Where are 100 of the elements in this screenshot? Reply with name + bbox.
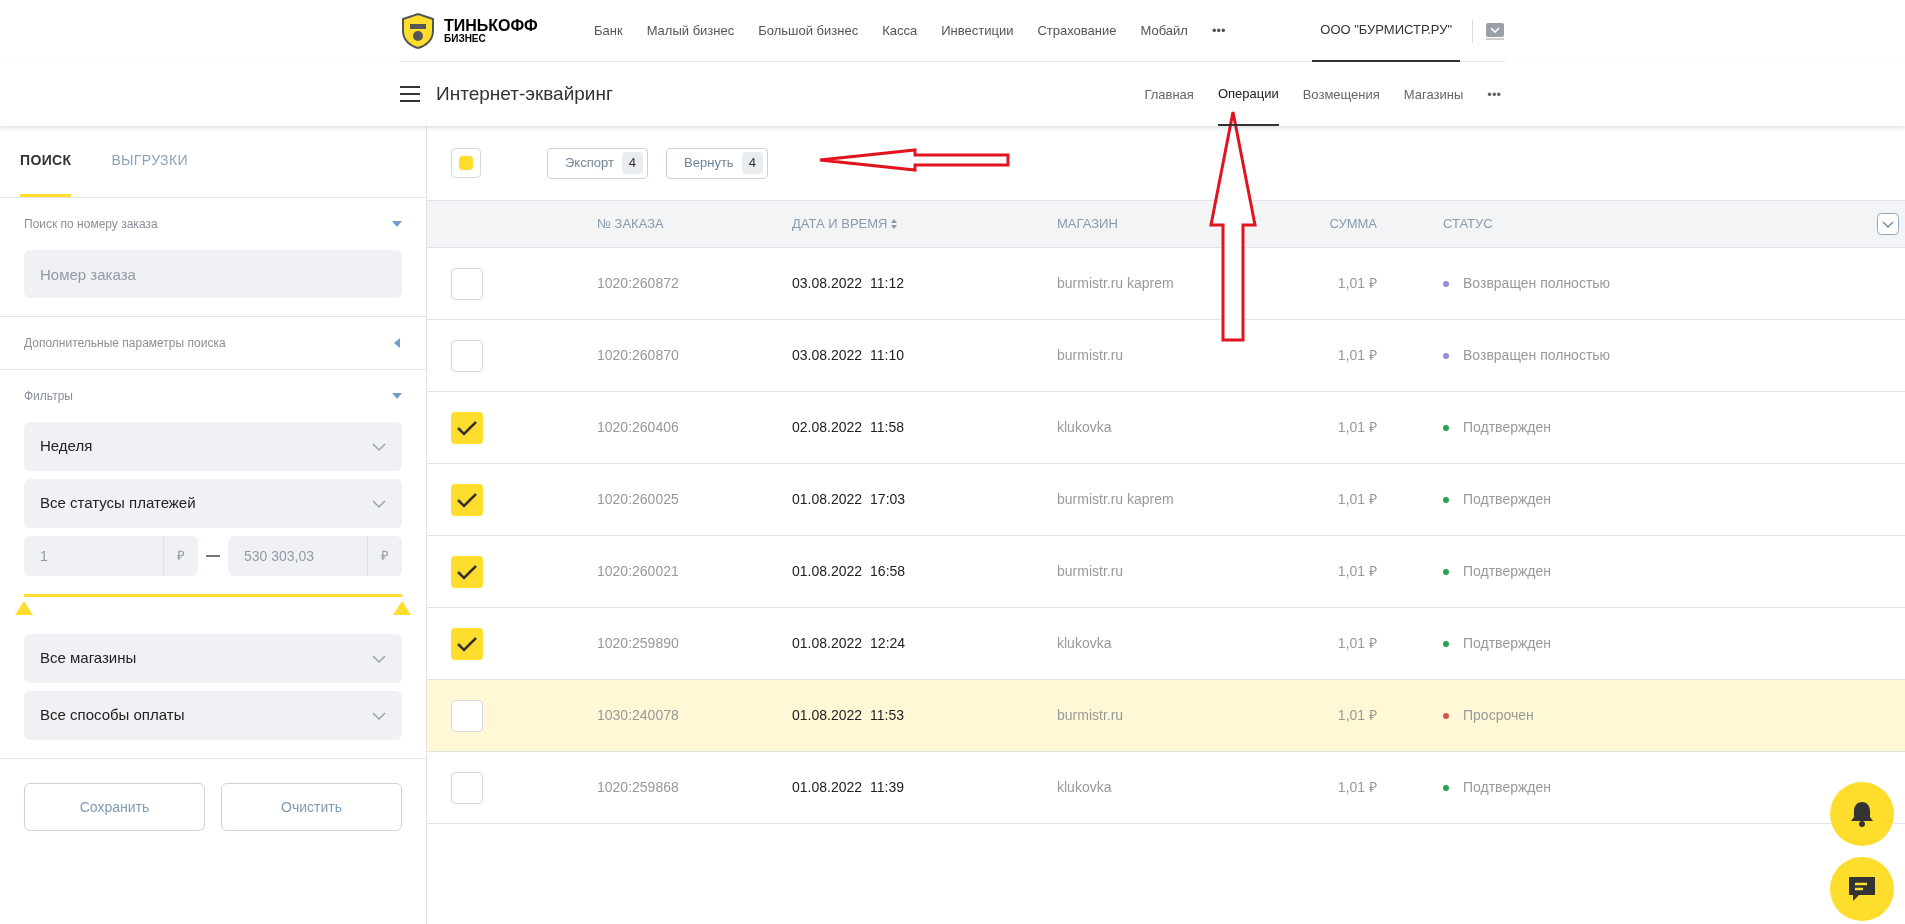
time-cell-text: 11:39 [870,778,905,797]
sum-cell-text: 1,01 ₽ [1336,778,1377,797]
company-switcher[interactable]: ООО "БУРМИСТР.РУ" [1312,0,1460,62]
order-number: 1020:260025 [597,490,680,509]
currency-sign: ₽ [163,536,198,576]
order-number: 1020:259868 [597,778,680,797]
brand-name: ТИНЬКОФФ [444,17,538,34]
column-header: СТАТУС [1443,215,1494,234]
check-icon [456,562,478,581]
range-dash [206,555,220,557]
date-cell-text: 01.08.2022 [792,778,863,797]
column-header: МАГАЗИН [1057,215,1119,234]
row-checkbox[interactable] [451,339,483,372]
slider-handle[interactable] [15,601,33,615]
shop-cell-text: burmistr.ru [1057,562,1125,581]
date-cell-text: 02.08.2022 [792,418,863,437]
date-cell-text: 03.08.2022 [792,346,863,365]
chevron-down-icon[interactable] [1877,213,1899,235]
sum-cell-text: 1,01 ₽ [1336,634,1377,653]
top-nav-link[interactable]: Большой бизнес [758,20,859,41]
order-number: 1020:259890 [597,634,680,653]
order-number-field[interactable]: Номер заказа [24,250,402,298]
chevron-down-icon [372,711,386,720]
shield-logo-icon[interactable] [400,11,436,50]
sum-cell-text: 1,01 ₽ [1336,346,1377,365]
time-cell-text: 17:03 [870,490,906,509]
section-tab[interactable]: Возмещения [1302,62,1380,126]
top-nav-link[interactable]: Инвестиции [941,20,1014,41]
row-checkbox[interactable] [451,699,483,732]
chevron-down-icon [372,442,386,451]
order-number: 1020:260872 [597,274,680,293]
date-cell-text: 01.08.2022 [792,490,863,509]
period-select[interactable]: Неделя [24,422,402,471]
section-tab[interactable]: ••• [1487,62,1501,126]
amount-to-field[interactable]: 530 303,03 [228,536,367,576]
top-nav-link[interactable]: Малый бизнес [646,20,735,41]
status-cell-text: Подтвержден [1463,634,1552,653]
time-cell-text: 12:24 [870,634,906,653]
triangle-down-icon[interactable] [392,391,402,401]
range-slider[interactable] [15,592,411,618]
sum-cell-text: 1,01 ₽ [1336,490,1377,509]
column-header: СУММА [1328,215,1377,234]
chevron-down-icon [372,654,386,663]
row-checkbox[interactable] [451,483,483,516]
date-cell-text: 01.08.2022 [792,562,863,581]
time-cell-text: 11:58 [870,418,905,437]
order-number: 1020:260021 [597,562,680,581]
status-cell-text: Подтвержден [1463,778,1552,797]
status-cell-text: Подтвержден [1463,490,1552,509]
chevron-down-icon [372,499,386,508]
status-select[interactable]: Все статусы платежей [24,479,402,528]
top-nav-link[interactable]: Банк [594,20,623,41]
sum-cell-text: 1,01 ₽ [1336,706,1377,725]
top-nav-link[interactable]: Мобайл [1140,20,1188,41]
top-nav-link[interactable]: Страхование [1037,20,1117,41]
toolbar-action-button[interactable]: Вернуть 4 [666,147,768,179]
chat-icon [1847,875,1877,903]
table-row[interactable]: 1030:240078 01.08.2022 11:53 burmistr.ru 1,01 ₽ Просрочен [427,680,1905,752]
sidebar-tab[interactable]: ПОИСК [20,126,72,197]
section-title: Интернет-эквайринг [436,81,613,106]
shop-cell-text: klukovka [1057,778,1113,797]
time-cell-text: 11:53 [870,706,905,725]
section-tab[interactable]: Главная [1144,62,1194,126]
date-cell-text: 01.08.2022 [792,634,863,653]
order-number: 1020:260870 [597,346,680,365]
status-cell-text: Возвращен полностью [1463,346,1611,365]
order-number: 1020:260406 [597,418,680,437]
shop-select[interactable]: Все магазины [24,634,402,683]
triangle-down-icon[interactable] [392,219,402,229]
row-checkbox[interactable] [451,411,483,444]
status-cell-text: Возвращен полностью [1463,274,1611,293]
row-checkbox[interactable] [451,267,483,300]
time-cell-text: 16:58 [870,562,906,581]
time-cell-text: 11:10 [870,346,905,365]
amount-from-field[interactable]: 1 [24,536,163,576]
toolbar-action-button[interactable]: Экспорт 4 [547,147,649,179]
dropdown-icon[interactable] [1485,20,1505,41]
date-cell-text: 03.08.2022 [792,274,863,293]
date-cell-text: 01.08.2022 [792,706,863,725]
section-title: Дополнительные параметры поиска [24,335,226,352]
sum-cell-text: 1,01 ₽ [1336,274,1377,293]
top-nav-link[interactable]: ••• [1211,20,1226,41]
sum-cell-text: 1,01 ₽ [1336,418,1377,437]
row-checkbox[interactable] [451,555,483,588]
menu-icon[interactable] [400,86,420,102]
slider-handle[interactable] [393,601,411,615]
section-title: Поиск по номеру заказа [24,216,158,233]
section-title: Фильтры [24,388,73,405]
triangle-left-icon[interactable] [392,338,402,348]
select-all-checkbox[interactable] [451,148,481,178]
row-checkbox[interactable] [451,627,483,660]
shop-cell-text: burmistr.ru [1057,346,1125,365]
bell-icon [1849,800,1875,828]
top-nav-link[interactable]: Касса [882,20,918,41]
section-tab[interactable]: Магазины [1403,62,1464,126]
order-number: 1030:240078 [597,706,680,725]
row-checkbox[interactable] [451,771,483,804]
sort-icon[interactable] [891,219,898,229]
status-cell-text: Подтвержден [1463,562,1552,581]
payment-method-select[interactable]: Все способы оплаты [24,691,402,740]
